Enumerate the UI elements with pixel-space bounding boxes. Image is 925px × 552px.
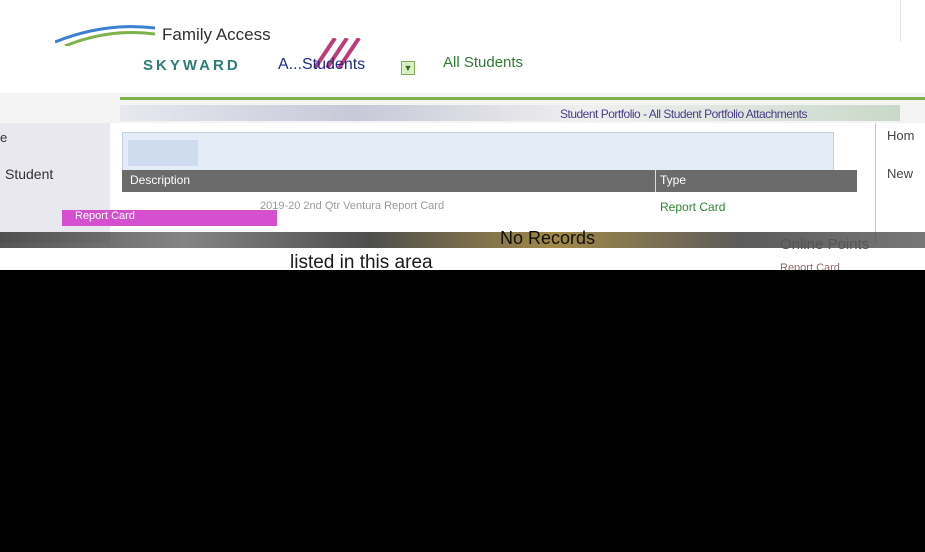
table-header bbox=[122, 170, 857, 192]
filter-panel bbox=[122, 132, 834, 172]
sidebar-item-student[interactable]: Student bbox=[5, 166, 53, 182]
new-link[interactable]: New bbox=[887, 166, 913, 181]
page-title: Student Portfolio - All Student Portfoli… bbox=[560, 107, 808, 121]
home-link[interactable]: Hom bbox=[887, 128, 914, 143]
chevron-down-icon[interactable]: ▼ bbox=[401, 61, 415, 75]
row-description[interactable]: 2019-20 2nd Qtr Ventura Report Card bbox=[260, 200, 444, 212]
row-type: Report Card bbox=[660, 200, 726, 214]
sidebar-label: e bbox=[0, 130, 8, 145]
all-students-link[interactable]: All Students bbox=[443, 54, 523, 71]
filter-tab[interactable] bbox=[128, 140, 198, 166]
brand-name: SKYWARD bbox=[143, 57, 241, 74]
search-box[interactable] bbox=[900, 0, 925, 42]
skyward-logo-icon bbox=[55, 25, 155, 46]
accent-line bbox=[120, 97, 925, 100]
online-points-label: Online Points bbox=[780, 236, 870, 253]
column-header-description[interactable]: Description bbox=[130, 173, 190, 187]
family-access-title: Family Access bbox=[162, 25, 271, 44]
highlight-tag-label: Report Card bbox=[75, 210, 135, 222]
students-dropdown[interactable]: A...Students bbox=[278, 56, 365, 74]
column-divider bbox=[655, 170, 656, 192]
column-header-type[interactable]: Type bbox=[660, 173, 686, 187]
obscured-region bbox=[0, 270, 925, 552]
no-records-message: No Records bbox=[500, 228, 596, 248]
